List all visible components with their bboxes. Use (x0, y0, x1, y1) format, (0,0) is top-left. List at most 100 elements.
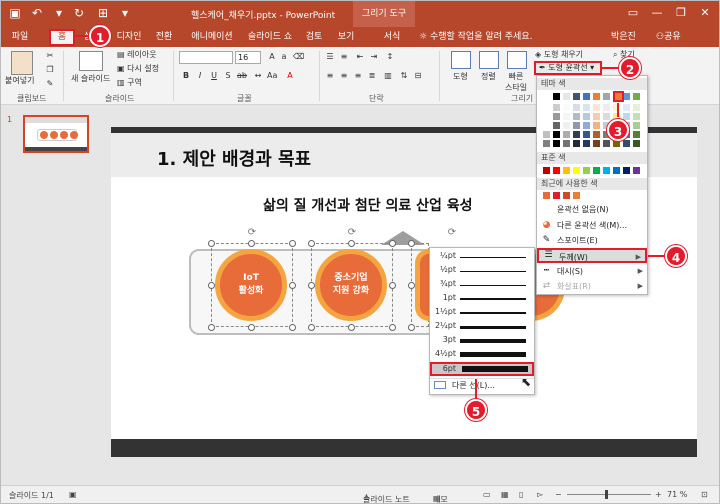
resize-handle[interactable] (289, 324, 296, 331)
shapes-label[interactable]: 도형 (453, 71, 468, 82)
tab-review[interactable]: 검토 (301, 30, 327, 45)
theme-color-swatch[interactable] (563, 104, 570, 111)
theme-color-swatch[interactable] (573, 104, 580, 111)
theme-color-swatch[interactable] (623, 113, 630, 120)
theme-color-swatch[interactable] (543, 131, 550, 138)
theme-color-swatch[interactable] (543, 140, 550, 147)
dashes-item[interactable]: ┅ 대시(S) ▶ (537, 264, 647, 279)
font-color-icon[interactable]: A (285, 71, 295, 81)
theme-color-swatch[interactable] (553, 131, 560, 138)
standard-color-swatch[interactable] (583, 167, 590, 174)
theme-color-swatch[interactable] (583, 104, 590, 111)
reading-view-icon[interactable]: ▯ (519, 490, 523, 499)
arrange-label[interactable]: 정렬 (481, 71, 496, 82)
theme-color-swatch[interactable] (553, 122, 560, 129)
format-painter-icon[interactable]: ✎ (45, 79, 55, 89)
theme-color-swatch[interactable] (553, 140, 560, 147)
user-name[interactable]: 박은진 (611, 30, 636, 45)
weight-item[interactable]: ☰ 두께(W) ▶ (537, 248, 647, 263)
theme-color-swatch[interactable] (593, 140, 600, 147)
fit-to-window-icon[interactable]: ⊡ (701, 490, 708, 499)
weight-item[interactable]: 1pt (430, 292, 534, 306)
cut-icon[interactable]: ✂ (45, 51, 55, 61)
arrange-icon[interactable] (479, 51, 499, 69)
theme-color-swatch[interactable] (593, 113, 600, 120)
align-center-icon[interactable]: ≡ (339, 71, 349, 81)
resize-handle[interactable] (408, 324, 415, 331)
minimize-icon[interactable]: — (647, 4, 667, 22)
theme-color-swatch[interactable] (633, 122, 640, 129)
weight-item[interactable]: ½pt (430, 264, 534, 278)
resize-handle[interactable] (289, 282, 296, 289)
new-slide-icon[interactable] (79, 51, 103, 71)
recent-color-swatch[interactable] (543, 192, 550, 199)
theme-color-swatch[interactable] (563, 122, 570, 129)
selected-swatch-highlight[interactable] (613, 91, 624, 102)
paste-icon[interactable] (11, 51, 33, 75)
theme-color-swatch[interactable] (563, 131, 570, 138)
theme-color-swatch[interactable] (543, 93, 550, 100)
theme-color-swatch[interactable] (603, 140, 610, 147)
share-button[interactable]: ⚇공유 (656, 30, 681, 45)
quick-styles-icon[interactable] (507, 51, 527, 69)
shadow-icon[interactable]: S (223, 71, 233, 81)
clear-format-icon[interactable]: ⌫ (293, 52, 304, 62)
standard-color-swatch[interactable] (633, 167, 640, 174)
tab-slideshow[interactable]: 슬라이드 쇼 (245, 30, 295, 45)
weight-item[interactable]: 1½pt (430, 306, 534, 320)
numbering-icon[interactable]: ≡ (339, 52, 349, 62)
more-outline-colors-item[interactable]: ◕ 다른 윤곽선 색(M)... (537, 218, 647, 233)
no-outline-item[interactable]: 윤곽선 없음(N) (537, 202, 647, 217)
bullets-icon[interactable]: ☰ (325, 52, 335, 62)
theme-color-swatch[interactable] (563, 93, 570, 100)
resize-handle[interactable] (248, 240, 255, 247)
spellcheck-icon[interactable]: ▣ (69, 490, 77, 499)
theme-color-swatch[interactable] (633, 104, 640, 111)
theme-color-swatch[interactable] (543, 122, 550, 129)
spacing-icon[interactable]: ↔ (253, 71, 263, 81)
resize-handle[interactable] (408, 282, 415, 289)
slide-title[interactable]: 1. 제안 배경과 목표 (157, 145, 311, 171)
zoom-slider-track[interactable] (567, 494, 651, 495)
weight-item-6pt[interactable]: 6pt (430, 362, 534, 376)
rotate-handle-icon[interactable]: ⟳ (346, 227, 358, 239)
theme-color-swatch[interactable] (593, 93, 600, 100)
resize-handle[interactable] (389, 324, 396, 331)
resize-handle[interactable] (289, 240, 296, 247)
text-direction-icon[interactable]: ⇅ (399, 71, 409, 81)
resize-handle[interactable] (389, 240, 396, 247)
circle-shape-3[interactable] (415, 249, 429, 321)
grow-font-icon[interactable]: A (267, 52, 277, 62)
theme-color-swatch[interactable] (593, 104, 600, 111)
tab-transitions[interactable]: 전환 (151, 30, 177, 45)
align-right-icon[interactable]: ≡ (353, 71, 363, 81)
theme-color-swatch[interactable] (633, 131, 640, 138)
theme-color-swatch[interactable] (593, 122, 600, 129)
weight-item[interactable]: 2¼pt (430, 320, 534, 334)
resize-handle[interactable] (208, 240, 215, 247)
quick-styles-label[interactable]: 빠른 스타일 (505, 71, 527, 93)
theme-color-swatch[interactable] (573, 93, 580, 100)
zoom-in-icon[interactable]: + (655, 490, 662, 499)
weight-item[interactable]: 3pt (430, 334, 534, 348)
normal-view-icon[interactable]: ▭ (483, 490, 491, 499)
new-slide-label[interactable]: 새 슬라이드 (71, 73, 110, 84)
shape-fill-button[interactable]: ◈ 도형 채우기 (535, 49, 583, 60)
slide-subtitle[interactable]: 삶의 질 개선과 첨단 의료 산업 육성 (263, 195, 473, 215)
theme-color-swatch[interactable] (573, 113, 580, 120)
shape-outline-button[interactable]: ✒ 도형 윤곽선 ▾ (534, 61, 602, 75)
decrease-indent-icon[interactable]: ⇤ (355, 52, 365, 62)
standard-color-swatch[interactable] (543, 167, 550, 174)
resize-handle[interactable] (348, 324, 355, 331)
resize-handle[interactable] (308, 240, 315, 247)
undo-icon[interactable]: ↶ (29, 5, 45, 21)
layout-button[interactable]: ▤ 레이아웃 (117, 49, 157, 60)
theme-color-swatch[interactable] (623, 104, 630, 111)
theme-color-swatch[interactable] (603, 93, 610, 100)
tab-design[interactable]: 디자인 (111, 30, 147, 45)
bold-icon[interactable]: B (181, 71, 191, 81)
theme-color-swatch[interactable] (633, 93, 640, 100)
tab-file[interactable]: 파일 (7, 30, 33, 45)
redo-icon[interactable]: ↻ (71, 5, 87, 21)
zoom-level[interactable]: 71 % (667, 490, 687, 499)
